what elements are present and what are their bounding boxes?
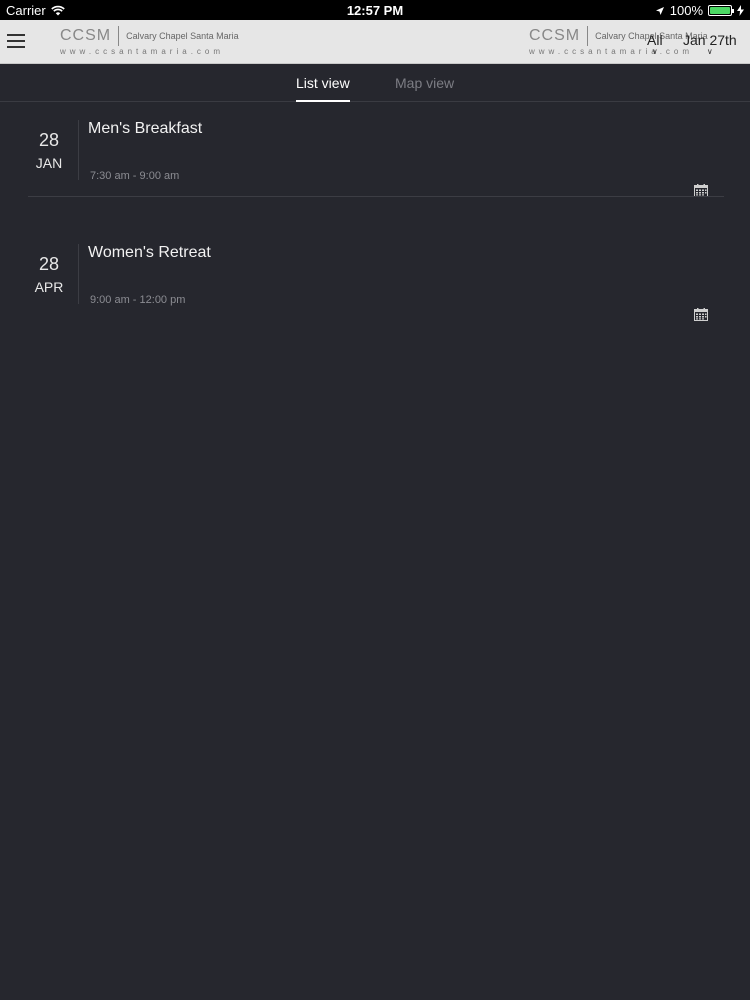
status-bar: Carrier 12:57 PM 100% <box>0 0 750 20</box>
bolt-icon <box>737 5 744 16</box>
chevron-down-icon: ∨ <box>706 47 713 56</box>
date-divider <box>78 244 79 304</box>
logo-right: CCSM Calvary Chapel Santa Maria www.ccsa… <box>529 26 708 56</box>
clock: 12:57 PM <box>346 3 404 18</box>
logo-row: CCSM Calvary Chapel Santa Maria <box>529 26 708 46</box>
menu-line <box>7 34 25 36</box>
filter-date-button[interactable]: Jan 27th ∨ <box>683 32 737 56</box>
date-divider <box>78 120 79 180</box>
battery-icon <box>708 5 734 16</box>
row-divider <box>28 196 724 197</box>
event-month: APR <box>34 279 64 295</box>
list-item[interactable]: 28 APR Women's Retreat 9:00 am - 12:00 p… <box>0 244 750 344</box>
app-header: CCSM Calvary Chapel Santa Maria www.ccsa… <box>0 20 750 64</box>
event-time: 9:00 am - 12:00 pm <box>90 294 186 306</box>
event-date: 28 JAN <box>28 130 70 171</box>
logo-mark: CCSM <box>529 27 581 44</box>
list-item[interactable]: 28 JAN Men's Breakfast 7:30 am - 9:00 am <box>0 120 750 220</box>
event-month: JAN <box>35 155 63 171</box>
tab-list-view[interactable]: List view <box>296 75 350 102</box>
logo-separator <box>118 26 120 46</box>
battery-fill <box>710 7 730 14</box>
logo-name: Calvary Chapel Santa Maria <box>126 31 239 41</box>
event-title: Women's Retreat <box>88 244 211 261</box>
menu-line <box>7 40 25 42</box>
filter-date-label: Jan 27th <box>683 32 737 48</box>
event-day: 28 <box>38 254 60 274</box>
calendar-icon[interactable] <box>694 308 708 321</box>
event-title: Men's Breakfast <box>88 120 203 137</box>
logo-separator <box>587 26 589 46</box>
location-arrow-icon <box>655 6 664 15</box>
filter-all-button[interactable]: All ∨ <box>647 32 663 56</box>
logo-url: www.ccsantamaria.com <box>60 47 225 56</box>
view-tabs: List view Map view <box>0 64 750 102</box>
chevron-down-icon: ∨ <box>651 47 658 56</box>
event-time: 7:30 am - 9:00 am <box>90 170 180 182</box>
logo-mark: CCSM <box>60 27 112 44</box>
battery-percent: 100% <box>669 3 703 18</box>
menu-line <box>7 46 25 48</box>
event-date: 28 APR <box>28 254 70 295</box>
logo-url: www.ccsantamaria.com <box>529 47 694 56</box>
logo-left: CCSM Calvary Chapel Santa Maria www.ccsa… <box>60 26 239 56</box>
event-day: 28 <box>38 130 60 150</box>
tab-map-view[interactable]: Map view <box>395 75 454 100</box>
hamburger-icon[interactable] <box>7 34 25 48</box>
filter-all-label: All <box>647 32 663 48</box>
logo-row: CCSM Calvary Chapel Santa Maria <box>60 26 239 46</box>
status-right: 100% <box>655 3 744 18</box>
